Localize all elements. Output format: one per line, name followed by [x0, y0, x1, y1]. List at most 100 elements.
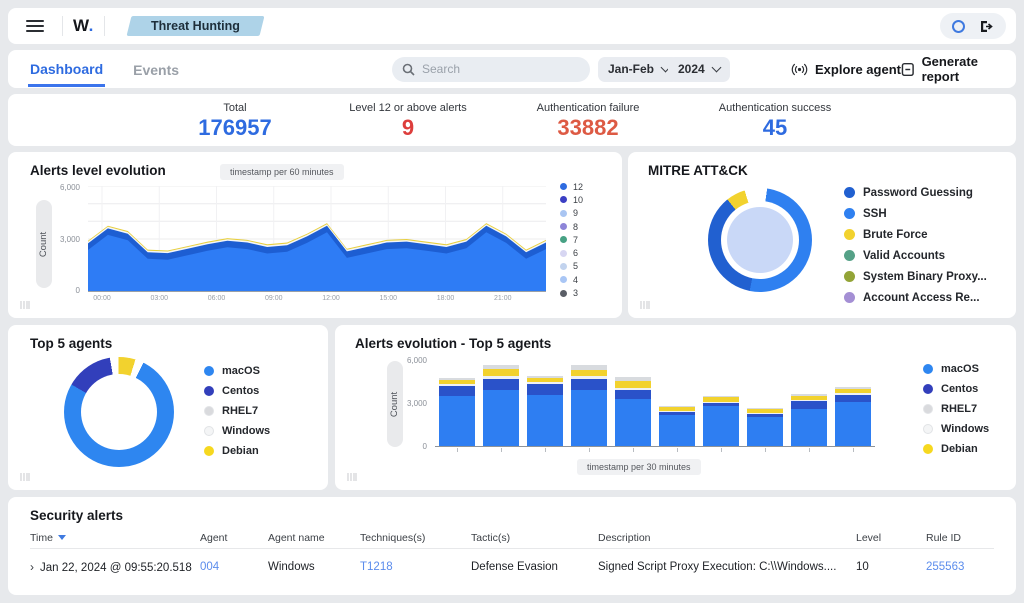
legend-color-dot — [204, 406, 214, 416]
cell-agent[interactable]: 004 — [200, 561, 268, 573]
panel-title: Alerts evolution - Top 5 agents — [355, 336, 551, 351]
legend-item[interactable]: 9 — [560, 207, 583, 220]
legend-label: 3 — [573, 288, 578, 298]
legend-item[interactable]: macOS — [204, 361, 270, 381]
legend-color-dot — [204, 366, 214, 376]
x-tick: 00:00 — [93, 295, 111, 302]
x-tick: 12:00 — [322, 295, 340, 302]
legend-color-dot — [560, 183, 567, 190]
mitre-attack-panel: MITRE ATT&CK Password GuessingSSHBrute F… — [628, 152, 1016, 318]
stacked-bar[interactable] — [703, 396, 739, 446]
stat-auth-success: Authentication success45 — [719, 102, 832, 141]
search-box[interactable] — [392, 57, 590, 82]
legend-color-dot — [560, 236, 567, 243]
legend-item[interactable]: Windows — [204, 421, 270, 441]
legend-item[interactable]: Centos — [923, 379, 989, 399]
legend-color-dot — [844, 229, 855, 240]
top5-donut-chart[interactable] — [64, 357, 174, 467]
legend-item[interactable]: Valid Accounts — [844, 245, 987, 266]
legend-color-dot — [560, 290, 567, 297]
bar-segment-centos — [791, 401, 827, 409]
legend-color-dot — [844, 271, 855, 282]
legend-item[interactable]: Debian — [204, 441, 270, 461]
mitre-donut-chart[interactable] — [708, 188, 812, 292]
expand-row-icon[interactable]: › — [30, 560, 34, 574]
legend-color-dot — [923, 364, 933, 374]
stacked-bar-chart[interactable] — [435, 359, 875, 447]
legend-item[interactable]: Debian — [923, 439, 989, 459]
column-header-agent-name: Agent name — [268, 532, 360, 544]
stacked-bar[interactable] — [791, 394, 827, 446]
menu-icon[interactable] — [26, 20, 44, 32]
bar-segment-centos — [835, 395, 871, 402]
stacked-bar[interactable] — [439, 378, 475, 446]
area-chart[interactable] — [88, 186, 546, 292]
bar-segment-macos — [527, 395, 563, 446]
legend-item[interactable]: 6 — [560, 246, 583, 259]
legend-item[interactable]: Password Guessing — [844, 182, 987, 203]
logout-icon[interactable] — [979, 19, 994, 34]
legend-item[interactable]: 5 — [560, 260, 583, 273]
table-header-row: TimeAgentAgent nameTechniques(s)Tactic(s… — [30, 531, 994, 549]
panel-options-icon[interactable] — [640, 300, 650, 310]
x-tick: 09:00 — [265, 295, 283, 302]
column-header-time[interactable]: Time — [30, 532, 200, 544]
year-filter-dropdown[interactable]: 2024 — [668, 57, 730, 82]
broadcast-icon — [791, 63, 808, 76]
status-circle-icon[interactable] — [952, 20, 965, 33]
legend-color-dot — [560, 196, 567, 203]
panel-title: Security alerts — [30, 508, 123, 523]
stacked-bar[interactable] — [615, 377, 651, 446]
legend-item[interactable]: SSH — [844, 203, 987, 224]
panel-options-icon[interactable] — [20, 472, 30, 482]
cell-agent-name: Windows — [268, 561, 360, 573]
column-header-level: Level — [856, 532, 926, 544]
legend-item[interactable]: System Binary Proxy... — [844, 266, 987, 287]
legend-item[interactable]: 10 — [560, 193, 583, 206]
search-input[interactable] — [422, 62, 572, 76]
legend-color-dot — [560, 263, 567, 270]
cell-rule-id[interactable]: 255563 — [926, 561, 994, 573]
legend-label: 8 — [573, 222, 578, 232]
legend-color-dot — [844, 250, 855, 261]
top5-agents-panel: Top 5 agents macOSCentosRHEL7WindowsDebi… — [8, 325, 328, 490]
stacked-bar[interactable] — [659, 406, 695, 446]
month-filter-dropdown[interactable]: Jan-Feb — [598, 57, 679, 82]
stacked-bar[interactable] — [483, 365, 519, 446]
legend-color-dot — [204, 426, 214, 436]
topbar-actions — [940, 13, 1006, 39]
stacked-bar[interactable] — [747, 408, 783, 446]
legend-item[interactable]: Account Access Re... — [844, 287, 987, 308]
legend-label: SSH — [863, 208, 887, 220]
legend-item[interactable]: Brute Force — [844, 224, 987, 245]
cell-level: 10 — [856, 561, 926, 573]
legend-item[interactable]: macOS — [923, 359, 989, 379]
stacked-bar[interactable] — [835, 387, 871, 446]
legend-item[interactable]: Centos — [204, 381, 270, 401]
legend-item[interactable]: 3 — [560, 286, 583, 299]
legend-item[interactable]: 8 — [560, 220, 583, 233]
legend-label: 9 — [573, 208, 578, 218]
threat-hunting-tab[interactable]: Threat Hunting — [126, 16, 264, 36]
stacked-bar[interactable] — [571, 365, 607, 446]
sort-desc-icon[interactable] — [58, 535, 66, 540]
tab-events[interactable]: Events — [131, 53, 181, 85]
legend-item[interactable]: RHEL7 — [923, 399, 989, 419]
legend-label: Account Access Re... — [863, 292, 980, 304]
bar-segment-macos — [483, 390, 519, 446]
panel-options-icon[interactable] — [20, 300, 30, 310]
legend-item[interactable]: Windows — [923, 419, 989, 439]
explore-agent-button[interactable]: Explore agent — [791, 62, 901, 77]
legend-item[interactable]: 7 — [560, 233, 583, 246]
table-row[interactable]: ›Jan 22, 2024 @ 09:55:20.518004WindowsT1… — [30, 555, 994, 579]
tab-dashboard[interactable]: Dashboard — [28, 52, 105, 87]
app-logo: W. — [73, 16, 94, 36]
cell-techniques[interactable]: T1218 — [360, 561, 471, 573]
legend-item[interactable]: RHEL7 — [204, 401, 270, 421]
stacked-bar[interactable] — [527, 376, 563, 446]
legend-item[interactable]: 12 — [560, 180, 583, 193]
panel-options-icon[interactable] — [347, 472, 357, 482]
generate-report-button[interactable]: Generate report — [901, 54, 1016, 84]
legend-item[interactable]: 4 — [560, 273, 583, 286]
bar-segment-debian — [483, 369, 519, 376]
